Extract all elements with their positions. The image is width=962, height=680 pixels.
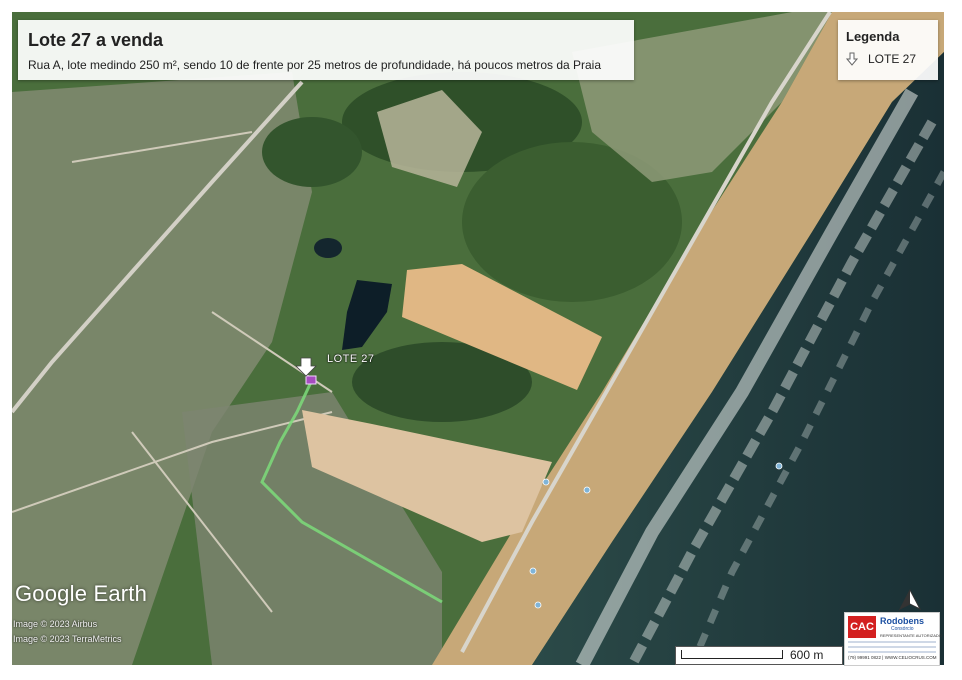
- image-credit: Image © 2023 TerraMetrics: [13, 634, 122, 644]
- poi-dot: [529, 567, 537, 575]
- legend-title: Legenda: [846, 29, 900, 44]
- page-title: Lote 27 a venda: [28, 30, 164, 50]
- divider: [848, 641, 936, 643]
- advertiser-contact: (79) 99991 0822 | WWW.CELIOCRUS.COM: [848, 655, 937, 660]
- satellite-map[interactable]: [12, 12, 944, 665]
- lot-27-label: LOTE 27: [327, 353, 375, 365]
- scale-bar: 600 m: [675, 646, 843, 665]
- north-arrow-icon: [898, 589, 922, 611]
- down-arrow-icon: [846, 52, 858, 66]
- legend-item[interactable]: LOTE 27: [846, 52, 916, 66]
- advertiser-phone: (79) 99991 0822: [848, 655, 882, 660]
- scale-bar-line: [681, 650, 783, 659]
- scale-label: 600 m: [790, 648, 824, 662]
- legend-panel: Legenda LOTE 27: [838, 20, 938, 80]
- advertiser-website: WWW.CELIOCRUS.COM: [884, 655, 937, 660]
- google-earth-logo: Google Earth: [15, 581, 148, 606]
- poi-dot: [775, 462, 783, 470]
- page-subtitle: Rua A, lote medindo 250 m², sendo 10 de …: [28, 58, 602, 72]
- poi-dot: [542, 478, 550, 486]
- forest-patch: [262, 117, 362, 187]
- lake: [314, 238, 342, 258]
- image-credit: Image © 2023 Airbus: [13, 619, 98, 629]
- title-panel: Lote 27 a venda Rua A, lote medindo 250 …: [18, 20, 634, 80]
- poi-dot: [583, 486, 591, 494]
- rodobens-sub: Consórcio: [891, 626, 914, 632]
- advertiser-tagline: REPRESENTANTE AUTORIZADO: [880, 633, 942, 638]
- divider: [848, 646, 936, 648]
- rodobens-logo: Rodobens: [880, 616, 924, 626]
- divider: [848, 651, 936, 653]
- legend-item-label: LOTE 27: [868, 52, 917, 66]
- poi-dot: [534, 601, 542, 609]
- advertiser-banner[interactable]: CAC Rodobens Consórcio REPRESENTANTE AUT…: [844, 612, 942, 666]
- map-imagery: [12, 12, 944, 665]
- cac-logo: CAC: [848, 616, 876, 638]
- lot-27-marker: [305, 375, 317, 385]
